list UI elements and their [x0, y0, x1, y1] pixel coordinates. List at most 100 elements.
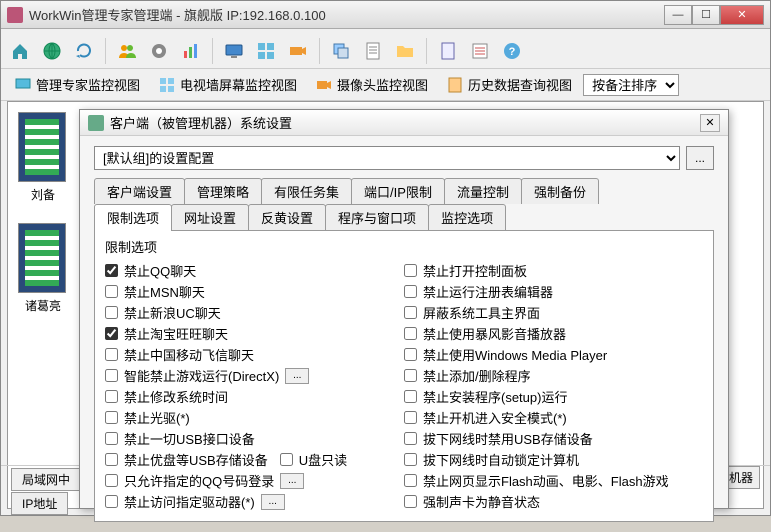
option-row: 禁止中国移动飞信聊天: [105, 344, 404, 365]
option-checkbox[interactable]: [105, 327, 118, 340]
tab-有限任务集[interactable]: 有限任务集: [261, 178, 352, 204]
option-label: 禁止访问指定驱动器(*): [124, 492, 255, 511]
option-checkbox[interactable]: [105, 390, 118, 403]
option-checkbox[interactable]: [404, 285, 417, 298]
tool-copy-icon[interactable]: [328, 38, 354, 64]
tool-home-icon[interactable]: [7, 38, 33, 64]
option-label: 强制声卡为静音状态: [423, 492, 540, 511]
tab-程序与窗口项[interactable]: 程序与窗口项: [325, 204, 429, 230]
option-row: 禁止运行注册表编辑器: [404, 281, 703, 302]
tool-chart-icon[interactable]: [178, 38, 204, 64]
tool-list-icon[interactable]: [467, 38, 493, 64]
option-label: 禁止MSN聊天: [124, 282, 205, 301]
option-row: 禁止使用暴风影音播放器: [404, 323, 703, 344]
separator: [105, 38, 106, 64]
main-window: WorkWin管理专家管理端 - 旗舰版 IP:192.168.0.100 — …: [0, 0, 771, 516]
tab-端口/IP限制[interactable]: 端口/IP限制: [351, 178, 445, 204]
option-checkbox[interactable]: [404, 369, 417, 382]
option-more-button[interactable]: ...: [261, 494, 285, 510]
option-checkbox[interactable]: [105, 474, 118, 487]
option-label: 禁止QQ聊天: [124, 261, 196, 280]
history-icon: [446, 76, 464, 94]
close-button[interactable]: ✕: [720, 5, 764, 25]
svg-text:?: ?: [509, 46, 516, 58]
tool-camera2-icon[interactable]: [285, 38, 311, 64]
sort-select[interactable]: 按备注排序: [583, 74, 679, 96]
view-tvwall-button[interactable]: 电视墙屏幕监控视图: [151, 71, 304, 98]
tab-流量控制[interactable]: 流量控制: [444, 178, 522, 204]
option-label: 禁止光驱(*): [124, 408, 190, 427]
option-label: 智能禁止游戏运行(DirectX): [124, 366, 279, 385]
tool-refresh-icon[interactable]: [71, 38, 97, 64]
option-checkbox[interactable]: [404, 348, 417, 361]
option-row: 拔下网线时自动锁定计算机: [404, 449, 703, 470]
option-row: 禁止添加/删除程序: [404, 365, 703, 386]
dialog-close-button[interactable]: ✕: [700, 114, 720, 132]
option-label: 禁止淘宝旺旺聊天: [124, 324, 228, 343]
option-checkbox[interactable]: [105, 264, 118, 277]
option-row: 只允许指定的QQ号码登录...: [105, 470, 404, 491]
option-checkbox[interactable]: [105, 432, 118, 445]
viewbar: 管理专家监控视图 电视墙屏幕监控视图 摄像头监控视图 历史数据查询视图 按备注排…: [1, 69, 770, 101]
option-row: 禁止MSN聊天: [105, 281, 404, 302]
view-label: 管理专家监控视图: [36, 75, 140, 94]
client-thumbnail[interactable]: 诸葛亮: [18, 223, 68, 314]
option-checkbox[interactable]: [105, 306, 118, 319]
tab-反黄设置[interactable]: 反黄设置: [248, 204, 326, 230]
client-thumbnail[interactable]: 刘备: [18, 112, 68, 203]
option-checkbox[interactable]: [105, 348, 118, 361]
view-camera-button[interactable]: 摄像头监控视图: [308, 71, 435, 98]
tool-globe-icon[interactable]: [39, 38, 65, 64]
tool-folder-icon[interactable]: [392, 38, 418, 64]
maximize-button[interactable]: ☐: [692, 5, 720, 25]
option-checkbox[interactable]: [404, 390, 417, 403]
option-checkbox[interactable]: [404, 432, 417, 445]
option-checkbox[interactable]: [105, 285, 118, 298]
tool-monitor-icon[interactable]: [221, 38, 247, 64]
option-more-button[interactable]: ...: [280, 473, 304, 489]
tab-限制选项[interactable]: 限制选项: [94, 204, 172, 230]
option-checkbox[interactable]: [404, 411, 417, 424]
option-checkbox[interactable]: [105, 369, 118, 382]
option-row: 禁止淘宝旺旺聊天: [105, 323, 404, 344]
thumbnail-label: 刘备: [18, 186, 68, 203]
option-checkbox[interactable]: [404, 453, 417, 466]
minimize-button[interactable]: —: [664, 5, 692, 25]
option-checkbox[interactable]: [280, 453, 293, 466]
option-label: 禁止打开控制面板: [423, 261, 527, 280]
tool-gear-icon[interactable]: [146, 38, 172, 64]
tool-doc2-icon[interactable]: [435, 38, 461, 64]
tool-screens-icon[interactable]: [253, 38, 279, 64]
tool-users-icon[interactable]: [114, 38, 140, 64]
tab-客户端设置[interactable]: 客户端设置: [94, 178, 185, 204]
option-checkbox[interactable]: [404, 474, 417, 487]
bottom-tab-lan[interactable]: 局域网中: [11, 468, 81, 491]
view-history-button[interactable]: 历史数据查询视图: [439, 71, 579, 98]
option-row: 禁止安装程序(setup)运行: [404, 386, 703, 407]
config-browse-button[interactable]: ...: [686, 146, 714, 170]
option-checkbox[interactable]: [404, 327, 417, 340]
main-toolbar: ?: [1, 33, 770, 69]
grid-icon: [158, 76, 176, 94]
tool-help-icon[interactable]: ?: [499, 38, 525, 64]
option-checkbox[interactable]: [105, 495, 118, 508]
bottom-tab-ip[interactable]: IP地址: [11, 492, 68, 515]
tab-网址设置[interactable]: 网址设置: [171, 204, 249, 230]
tab-监控选项[interactable]: 监控选项: [428, 204, 506, 230]
option-checkbox[interactable]: [404, 306, 417, 319]
option-checkbox[interactable]: [404, 264, 417, 277]
tool-doc-icon[interactable]: [360, 38, 386, 64]
option-checkbox[interactable]: [105, 453, 118, 466]
config-group-select[interactable]: [默认组]的设置配置: [94, 146, 680, 170]
tab-管理策略[interactable]: 管理策略: [184, 178, 262, 204]
option-checkbox[interactable]: [105, 411, 118, 424]
option-checkbox[interactable]: [404, 495, 417, 508]
camera-icon: [315, 76, 333, 94]
option-more-button[interactable]: ...: [285, 368, 309, 384]
tab-强制备份[interactable]: 强制备份: [521, 178, 599, 204]
tabs: 客户端设置管理策略有限任务集端口/IP限制流量控制强制备份 限制选项网址设置反黄…: [94, 178, 714, 522]
option-label: U盘只读: [299, 450, 347, 469]
view-monitor-button[interactable]: 管理专家监控视图: [7, 71, 147, 98]
settings-dialog: 客户端（被管理机器）系统设置 ✕ [默认组]的设置配置 ... 客户端设置管理策…: [79, 109, 729, 509]
option-label: 禁止一切USB接口设备: [124, 429, 255, 448]
